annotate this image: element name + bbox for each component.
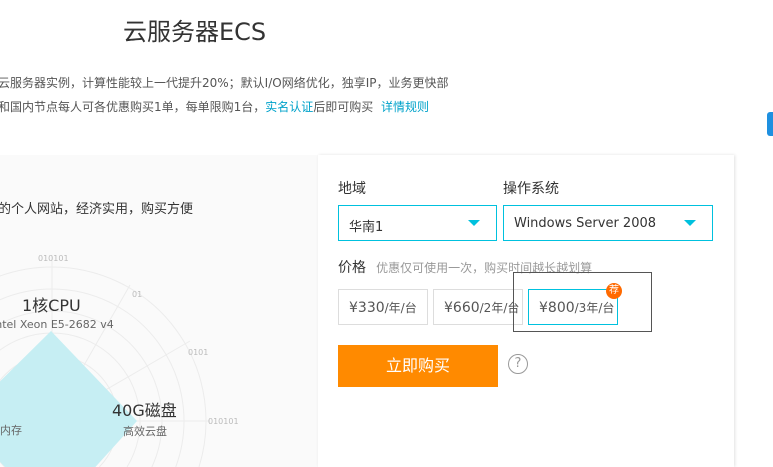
radar-tick: 010101 xyxy=(208,417,239,426)
memory-subtitle: 内存 xyxy=(0,424,22,437)
radar-tick: 01 xyxy=(132,290,142,299)
price-option-1yr[interactable]: ¥330/年/台 xyxy=(338,289,428,325)
price-amount: ¥330 xyxy=(349,300,385,316)
chevron-down-icon xyxy=(468,220,480,226)
side-button[interactable] xyxy=(767,112,773,136)
desc-text: 和国内节点每人可各优惠购买1单，每单限购1台， xyxy=(0,100,266,114)
region-label: 地域 xyxy=(338,181,366,197)
os-label: 操作系统 xyxy=(503,181,559,197)
region-select[interactable]: 华南1 xyxy=(338,205,497,241)
price-option-2yr[interactable]: ¥660/2年/台 xyxy=(433,289,523,325)
tagline: 的个人网站，经济实用，购买方便 xyxy=(0,202,194,217)
radar-tick: 010101 xyxy=(38,254,69,263)
highlight-box xyxy=(513,272,652,332)
real-name-link[interactable]: 实名认证 xyxy=(265,100,313,114)
rules-link[interactable]: 详情规则 xyxy=(381,100,429,114)
description-line-1: 云服务器实例，计算性能较上一代提升20%；默认I/O网络优化，独享IP，业务更快… xyxy=(0,76,449,90)
region-value: 华南1 xyxy=(349,220,384,235)
os-value: Windows Server 2008 xyxy=(514,216,657,231)
spec-panel: 010101 01 0101 010101 的个人网站，经济实用，购买方便 1核… xyxy=(0,155,318,467)
description-line-2: 和国内节点每人可各优惠购买1单，每单限购1台，实名认证后即可购买 详情规则 xyxy=(0,98,429,115)
page-title: 云服务器ECS xyxy=(123,18,267,46)
radar-tick: 0101 xyxy=(188,348,208,357)
desc-text-suffix: 后即可购买 xyxy=(313,100,374,114)
cpu-subtitle: Intel Xeon E5-2682 v4 xyxy=(0,318,114,331)
os-select[interactable]: Windows Server 2008 xyxy=(503,205,713,241)
help-icon[interactable]: ? xyxy=(508,354,528,374)
cpu-title: 1核CPU xyxy=(22,296,81,315)
disk-title: 40G磁盘 xyxy=(112,401,177,420)
price-unit: /年/台 xyxy=(384,301,417,315)
chevron-down-icon xyxy=(684,220,696,226)
buy-now-button[interactable]: 立即购买 xyxy=(338,345,498,387)
disk-subtitle: 高效云盘 xyxy=(123,425,167,438)
price-label: 价格 xyxy=(338,260,366,276)
price-amount: ¥660 xyxy=(444,300,480,316)
